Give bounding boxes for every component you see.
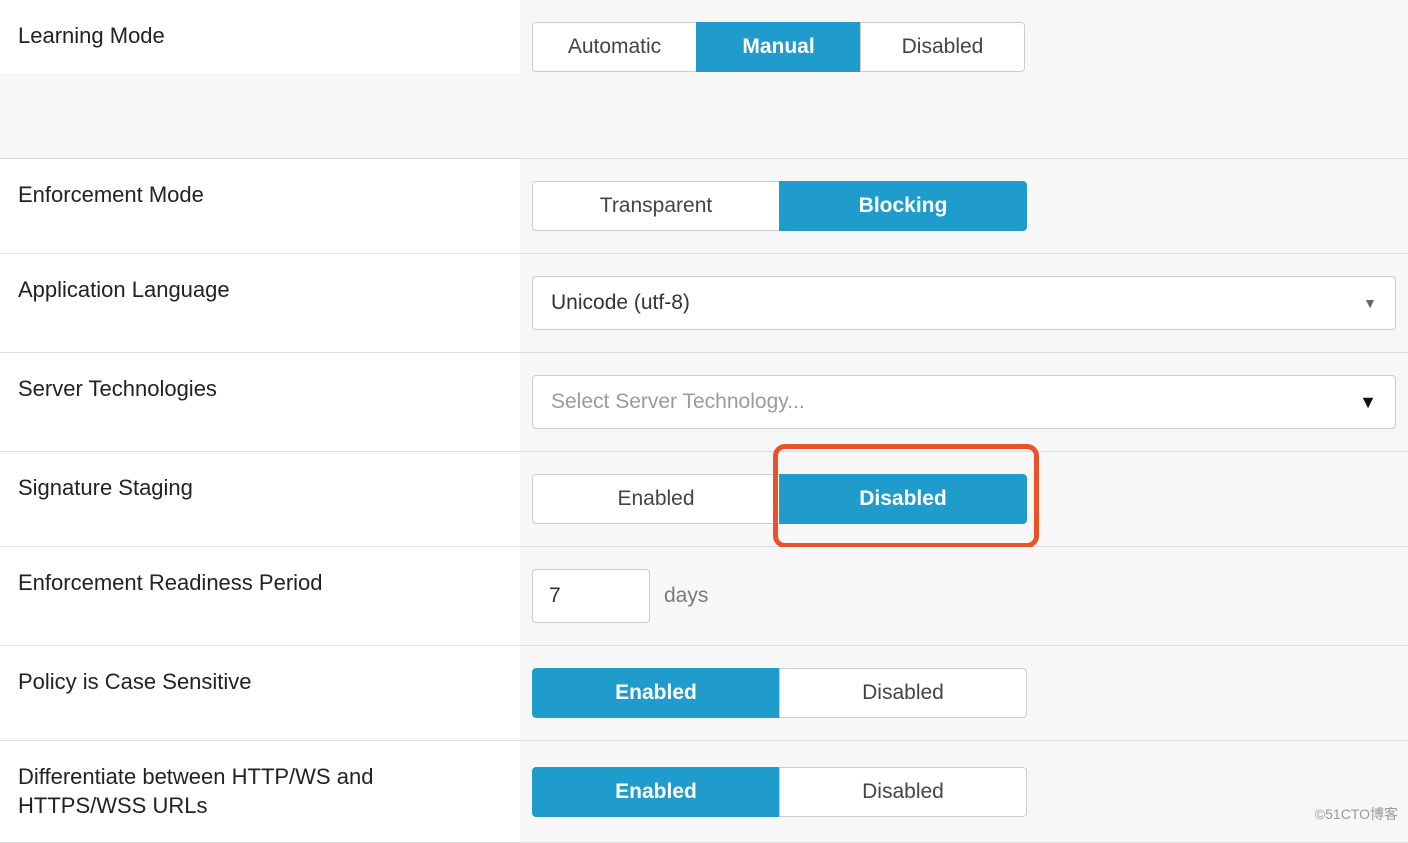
signature-staging-enabled[interactable]: Enabled [532, 474, 780, 524]
signature-staging-disabled[interactable]: Disabled [779, 474, 1027, 524]
enforcement-mode-transparent[interactable]: Transparent [532, 181, 780, 231]
label-application-language: Application Language [0, 254, 520, 352]
application-language-value: Unicode (utf-8) [551, 291, 690, 315]
learning-mode-automatic[interactable]: Automatic [532, 22, 697, 72]
chevron-down-icon: ▼ [1359, 392, 1377, 413]
differentiate-http-disabled[interactable]: Disabled [779, 767, 1027, 817]
value-enforcement-mode: Transparent Blocking [520, 159, 1408, 253]
signature-staging-toggle: Enabled Disabled [532, 474, 1027, 524]
row-enforcement-readiness-period: Enforcement Readiness Period days [0, 546, 1408, 646]
value-application-language: Unicode (utf-8) ▼ [520, 254, 1408, 352]
row-policy-case-sensitive: Policy is Case Sensitive Enabled Disable… [0, 645, 1408, 741]
value-enforcement-readiness-period: days [520, 547, 1408, 645]
differentiate-http-enabled[interactable]: Enabled [532, 767, 780, 817]
label-enforcement-mode: Enforcement Mode [0, 159, 520, 253]
server-technologies-placeholder: Select Server Technology... [551, 390, 805, 414]
row-differentiate-http: Differentiate between HTTP/WS and HTTPS/… [0, 740, 1408, 843]
policy-case-sensitive-disabled[interactable]: Disabled [779, 668, 1027, 718]
enforcement-readiness-period-unit: days [664, 584, 708, 608]
row-enforcement-mode: Enforcement Mode Transparent Blocking [0, 158, 1408, 254]
value-signature-staging: Enabled Disabled [520, 452, 1408, 546]
differentiate-http-toggle: Enabled Disabled [532, 767, 1027, 817]
value-server-technologies: Select Server Technology... ▼ [520, 353, 1408, 451]
value-learning-mode: Automatic Manual Disabled [520, 0, 1408, 94]
value-differentiate-http: Enabled Disabled [520, 741, 1408, 842]
server-technologies-select[interactable]: Select Server Technology... ▼ [532, 375, 1396, 429]
row-server-technologies: Server Technologies Select Server Techno… [0, 352, 1408, 452]
label-policy-case-sensitive: Policy is Case Sensitive [0, 646, 520, 740]
learning-mode-disabled[interactable]: Disabled [860, 22, 1025, 72]
label-differentiate-http: Differentiate between HTTP/WS and HTTPS/… [0, 741, 520, 842]
learning-mode-manual[interactable]: Manual [696, 22, 861, 72]
policy-case-sensitive-toggle: Enabled Disabled [532, 668, 1027, 718]
chevron-down-icon: ▼ [1363, 295, 1377, 311]
watermark: ©51CTO博客 [1315, 804, 1398, 824]
row-signature-staging: Signature Staging Enabled Disabled [0, 451, 1408, 547]
label-learning-mode: Learning Mode [0, 0, 520, 73]
label-signature-staging: Signature Staging [0, 452, 520, 546]
learning-mode-toggle: Automatic Manual Disabled [532, 22, 1025, 72]
value-policy-case-sensitive: Enabled Disabled [520, 646, 1408, 740]
application-language-select[interactable]: Unicode (utf-8) ▼ [532, 276, 1396, 330]
policy-case-sensitive-enabled[interactable]: Enabled [532, 668, 780, 718]
label-enforcement-readiness-period: Enforcement Readiness Period [0, 547, 520, 645]
enforcement-mode-toggle: Transparent Blocking [532, 181, 1027, 231]
row-application-language: Application Language Unicode (utf-8) ▼ [0, 253, 1408, 353]
row-learning-mode: Learning Mode Automatic Manual Disabled [0, 0, 1408, 159]
enforcement-mode-blocking[interactable]: Blocking [779, 181, 1027, 231]
enforcement-readiness-period-input[interactable] [532, 569, 650, 623]
label-server-technologies: Server Technologies [0, 353, 520, 451]
